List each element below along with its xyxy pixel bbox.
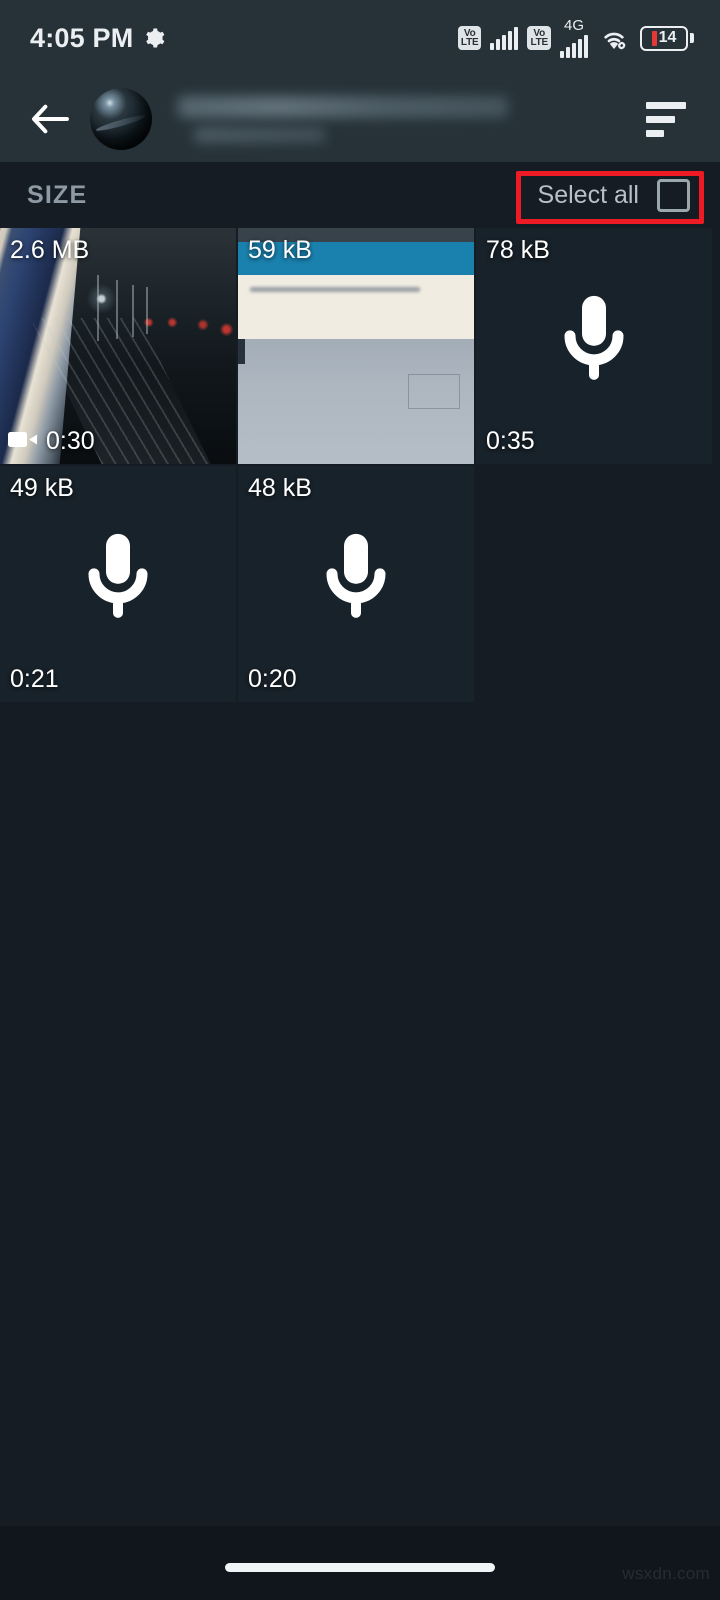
media-size-label: 49 kB [10, 474, 74, 502]
size-toolbar: SIZE Select all [0, 162, 720, 228]
battery-percent-label: 14 [658, 29, 677, 46]
thumb-square-outline [407, 373, 460, 409]
sort-icon [646, 101, 686, 109]
avatar[interactable] [90, 88, 152, 150]
media-tile-audio[interactable]: 49 kB 0:21 [0, 466, 236, 702]
media-duration-label: 0:30 [46, 427, 95, 455]
media-size-label: 59 kB [248, 236, 312, 264]
volte-lte-text-2: LTE [530, 37, 548, 48]
media-grid: 2.6 MB 0:30 59 kB 78 kB 0:35 49 kB 0:21 … [0, 228, 720, 702]
select-all-checkbox[interactable] [657, 178, 690, 212]
size-section-label: SIZE [27, 180, 88, 209]
select-all-label: Select all [537, 180, 639, 209]
microphone-icon [88, 533, 148, 618]
app-bar [0, 76, 720, 162]
microphone-icon [564, 295, 624, 380]
media-duration-label: 0:21 [10, 665, 59, 693]
navigation-bar [0, 1526, 720, 1600]
mobile-data-indicator: 4G [560, 16, 588, 58]
battery-charge-mark [651, 30, 657, 46]
volte-icon-sim1: Vo LTE [457, 26, 482, 50]
sort-button[interactable] [640, 91, 696, 147]
volte-icon-sim2: Vo LTE [527, 26, 551, 50]
signal-bars-sim1 [490, 26, 519, 50]
signal-bars-sim2 [560, 34, 588, 58]
thumb-card [238, 275, 474, 339]
media-tile-audio[interactable]: 48 kB 0:20 [238, 466, 474, 702]
media-size-label: 48 kB [248, 474, 312, 502]
thumb-left-edge [238, 338, 246, 364]
sort-icon-bar-2 [646, 115, 675, 123]
video-camera-icon [8, 432, 37, 447]
contact-title-block[interactable] [178, 95, 640, 143]
media-size-label: 78 kB [486, 236, 550, 264]
network-type-label: 4G [563, 16, 584, 34]
status-bar: 4:05 PM Vo LTE Vo LTE 4G 14 [0, 0, 720, 76]
home-gesture-pill[interactable] [225, 1563, 495, 1572]
thumb-text-line [249, 286, 420, 292]
status-bar-right: Vo LTE Vo LTE 4G 14 [457, 16, 694, 58]
gear-icon [146, 28, 165, 48]
media-tile-video[interactable]: 2.6 MB 0:30 [0, 228, 236, 464]
wifi-icon [604, 32, 626, 50]
phone-screen: 4:05 PM Vo LTE Vo LTE 4G 14 SIZE Select … [0, 0, 720, 1600]
watermark: wsxdn.com [622, 1564, 710, 1583]
media-duration-label: 0:20 [248, 665, 297, 693]
status-bar-left: 4:05 PM [30, 23, 165, 54]
battery-icon: 14 [640, 25, 694, 51]
sort-icon-bar-3 [646, 129, 664, 137]
battery-body: 14 [640, 25, 688, 51]
select-all-control[interactable]: Select all [537, 178, 690, 212]
contact-name-redacted [178, 95, 508, 118]
thumb-body [238, 338, 474, 464]
media-tile-image[interactable]: 59 kB [238, 228, 474, 464]
back-arrow-icon [32, 104, 69, 134]
contact-subtitle-redacted [194, 126, 326, 143]
status-bar-clock: 4:05 PM [30, 22, 134, 53]
media-duration-label: 0:35 [486, 427, 535, 455]
back-button[interactable] [22, 91, 78, 147]
media-tile-audio[interactable]: 78 kB 0:35 [476, 228, 712, 464]
battery-tip [690, 33, 694, 43]
volte-lte-text: LTE [460, 37, 479, 48]
microphone-icon [326, 533, 386, 618]
media-size-label: 2.6 MB [10, 236, 90, 264]
